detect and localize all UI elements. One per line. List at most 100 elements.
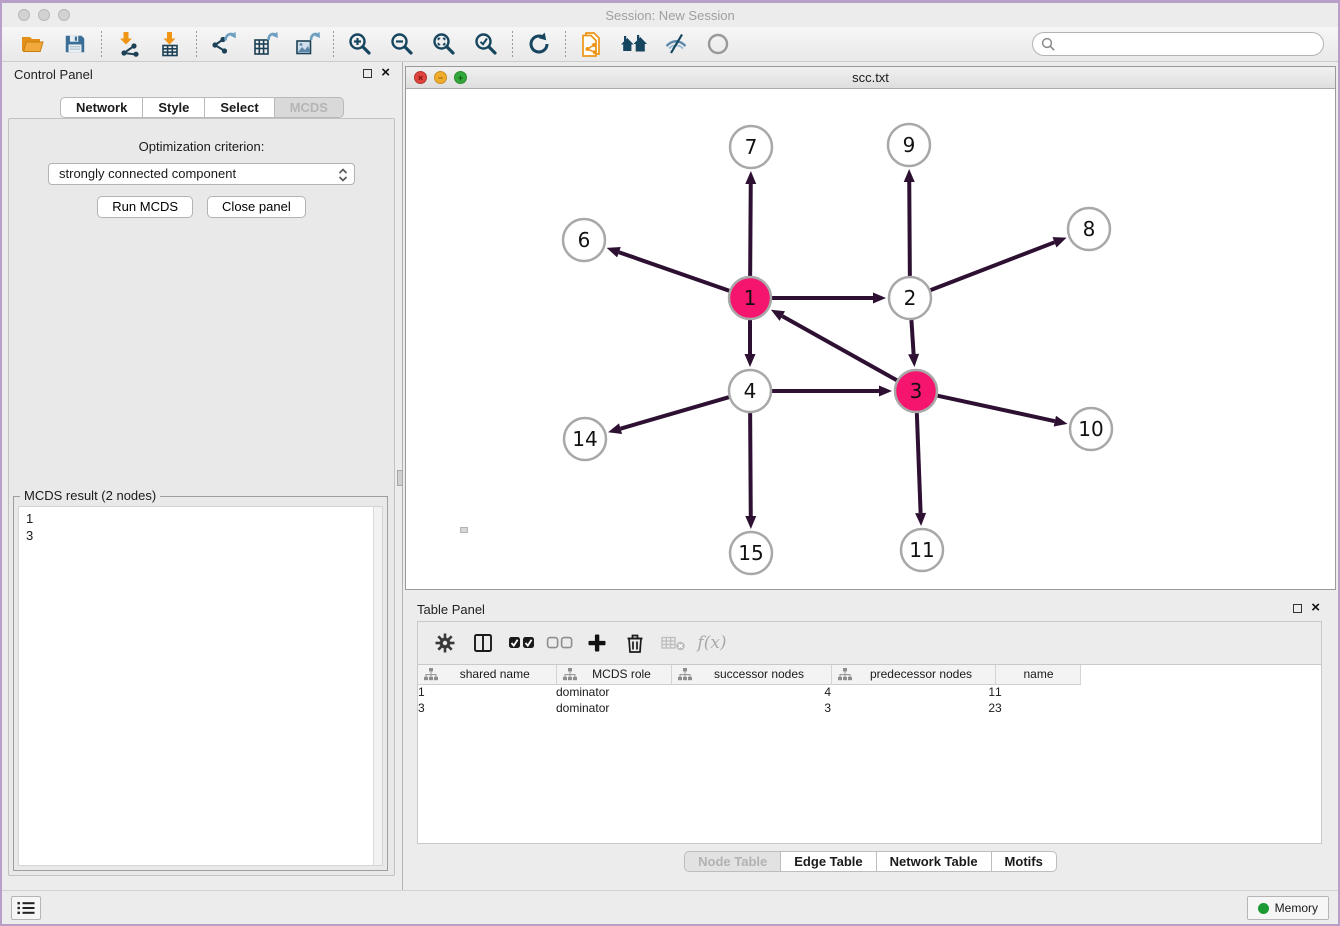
task-history-button[interactable] [11,896,41,920]
mcds-panel: Optimization criterion: strongly connect… [8,118,395,876]
table-settings-gear-icon[interactable] [428,627,462,659]
export-network-icon[interactable] [202,29,244,59]
delete-column-icon[interactable] [618,627,652,659]
hide-graphics-details-icon[interactable] [655,29,697,59]
graph-arrowhead [1052,237,1066,247]
tab-node-table[interactable]: Node Table [684,851,781,872]
deselect-all-icon[interactable] [542,627,576,659]
home-icon[interactable] [613,29,655,59]
result-scrollbar[interactable] [373,507,382,865]
tab-edge-table[interactable]: Edge Table [781,851,876,872]
table-row[interactable]: 3dominator323 [418,700,1080,716]
export-image-icon[interactable] [286,29,328,59]
graph-node-label: 8 [1083,217,1096,241]
graph-arrowhead [745,354,756,367]
table-cell: 1 [995,684,1080,700]
graph-edge-2-8[interactable] [931,242,1055,290]
close-window-icon[interactable] [18,9,30,21]
tab-style[interactable]: Style [143,97,205,118]
graph-edge-2-3[interactable] [911,320,913,354]
memory-button[interactable]: Memory [1247,896,1329,920]
redraw-network-icon[interactable] [518,29,560,59]
table-toolbar: f(x) [418,622,1321,664]
column-header-shared-name[interactable]: shared name [418,665,556,684]
tab-network-table[interactable]: Network Table [877,851,992,872]
tab-mcds[interactable]: MCDS [275,97,344,118]
tab-motifs[interactable]: Motifs [992,851,1057,872]
table-cell: 3 [418,700,556,716]
table-panel: Table Panel × [405,597,1336,890]
table-panel-tabs: Node Table Edge Table Network Table Moti… [405,851,1336,872]
graph-edge-4-14[interactable] [621,397,729,429]
tab-network[interactable]: Network [60,97,143,118]
table-cell: dominator [556,700,671,716]
column-header-successor-nodes[interactable]: successor nodes [671,665,831,684]
table-panel-title: Table Panel [417,602,485,617]
graph-arrowhead [745,171,756,184]
search-icon [1041,37,1056,55]
mcds-result-title: MCDS result (2 nodes) [20,488,160,503]
mcds-result-text[interactable]: 1 3 [18,506,383,866]
search-input[interactable] [1032,32,1324,56]
toolbar-separator [333,31,334,57]
horizontal-splitter-grip[interactable] [460,527,468,533]
memory-label: Memory [1275,901,1318,915]
show-columns-icon[interactable] [466,627,500,659]
close-panel-icon[interactable]: × [381,68,390,78]
graph-arrowhead [607,247,621,257]
graph-node-label: 11 [909,538,934,562]
graph-edge-3-10[interactable] [937,396,1054,421]
zoom-selected-icon[interactable] [465,29,507,59]
graph-edge-1-6[interactable] [619,252,729,291]
function-builder-icon: f(x) [694,627,728,659]
maximize-window-icon[interactable] [58,9,70,21]
graph-edge-4-15[interactable] [750,413,751,516]
zoom-out-icon[interactable] [381,29,423,59]
save-session-icon[interactable] [54,29,96,59]
toolbar-separator [196,31,197,57]
close-table-panel-icon[interactable]: × [1311,603,1320,613]
tab-select[interactable]: Select [205,97,274,118]
import-table-icon[interactable] [149,29,191,59]
run-mcds-button[interactable]: Run MCDS [97,196,193,218]
zoom-in-icon[interactable] [339,29,381,59]
toolbar-separator [101,31,102,57]
graph-edge-3-11[interactable] [917,413,921,513]
graph-node-label: 14 [572,427,597,451]
graph-edge-1-7[interactable] [750,184,751,276]
node-table-area: shared name MCDS role successor nodes pr… [418,664,1321,843]
delete-table-icon [656,627,690,659]
search-wrap [1032,32,1324,56]
toolbar-separator [565,31,566,57]
graph-node-label: 15 [738,541,763,565]
bird-eye-view-icon[interactable] [697,29,739,59]
table-row[interactable]: 1dominator411 [418,684,1080,700]
table-panel-header: Table Panel × [405,597,1336,619]
float-table-panel-icon[interactable] [1293,604,1302,613]
column-header-mcds-role[interactable]: MCDS role [556,665,671,684]
close-panel-button[interactable]: Close panel [207,196,306,218]
float-panel-icon[interactable] [363,69,372,78]
graph-edge-2-9[interactable] [909,182,910,276]
open-session-icon[interactable] [12,29,54,59]
minimize-view-icon[interactable]: − [434,71,447,84]
column-header-name[interactable]: name [995,665,1080,684]
graph-node-label: 1 [744,286,757,310]
graph-edge-3-1[interactable] [782,316,897,380]
network-file-icon[interactable] [571,29,613,59]
select-all-icon[interactable] [504,627,538,659]
export-table-icon[interactable] [244,29,286,59]
graph-arrowhead [1054,416,1068,427]
import-network-icon[interactable] [107,29,149,59]
zoom-fit-icon[interactable] [423,29,465,59]
maximize-view-icon[interactable]: + [454,71,467,84]
network-window-titlebar: × − + scc.txt [406,67,1335,89]
criterion-select[interactable]: strongly connected component [48,163,355,185]
close-view-icon[interactable]: × [414,71,427,84]
network-canvas[interactable]: 7968124314101511 [406,89,1335,590]
graph-arrowhead [915,513,926,526]
minimize-window-icon[interactable] [38,9,50,21]
column-header-predecessor-nodes[interactable]: predecessor nodes [831,665,995,684]
panel-splitter-grip[interactable] [397,470,403,486]
add-column-icon[interactable] [580,627,614,659]
